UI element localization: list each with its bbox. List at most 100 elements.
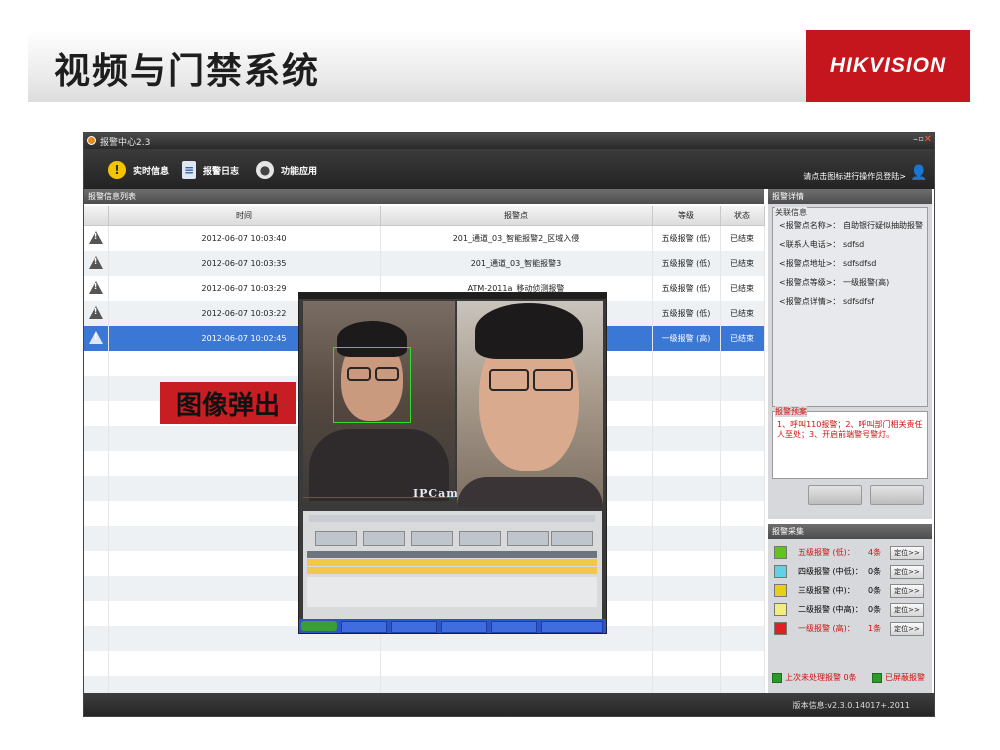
inner-button [459,531,501,546]
related-info-group: 关联信息 <报警点名称>： 自助银行疑似抽助报警 <联系人电话>： sdfsd … [772,207,928,407]
empty-row [84,651,765,676]
alarm-detail-panel: 报警详情 关联信息 <报警点名称>： 自助银行疑似抽助报警 <联系人电话>： s… [768,189,932,519]
locate-level5-button[interactable]: 定位>> [890,546,924,560]
taskbar-item [491,621,537,633]
warning-info-icon: ! [108,161,126,179]
realtime-info-button[interactable]: ! 实时信息 [108,159,169,181]
taskbar-item [441,621,487,633]
detail-action-button-2[interactable] [870,485,924,505]
app-icon [87,136,96,145]
row-level: 五级报警 (低) [652,251,721,276]
alarm-plan-text: 1、呼叫110报警；2、呼叫部门相关责任人至处；3、开启前端警号警灯。 [777,420,923,439]
taskbar-item [541,621,603,633]
inner-button [507,531,549,546]
camera-view-left: IPCam [303,301,458,501]
unhandled-alarms-label: 上次未处理报警 0条 [785,673,857,682]
popup-image-window[interactable]: IPCam [298,292,607,634]
function-apps-button[interactable]: ● 功能应用 [256,159,317,181]
stat-row-level1: 一级报警 (高)： 1条 定位>> [772,620,928,638]
alarm-log-button[interactable]: ≡ 报警日志 [182,159,239,181]
slide-title: 视频与门禁系统 [54,51,321,92]
warning-triangle-icon [88,281,103,294]
level1-count: 1条 [868,624,882,633]
row-status: 已结束 [720,251,765,276]
table-row[interactable]: 2012-06-07 10:03:40 201_通道_03_智能报警2_区域入侵… [84,225,765,251]
popup-inner-screenshot [303,511,602,627]
popup-titlebar[interactable] [299,293,606,299]
level3-label: 三级报警 (中)： [798,586,855,595]
window-titlebar[interactable]: 报警中心2.3 – ▫ ✕ [84,133,934,149]
stat-row-level3: 三级报警 (中)： 0条 定位>> [772,582,928,600]
main-toolbar: ! 实时信息 ≡ 报警日志 ● 功能应用 请点击图标进行操作员登陆> 👤 [84,149,934,189]
level2-label: 二级报警 (中高)： [798,605,863,614]
inner-table-row [307,559,597,566]
level3-swatch [774,584,787,597]
slide-header: 视频与门禁系统 HIKVISION [28,30,970,102]
row-level: 一级报警 (高) [652,326,721,351]
row-level: 五级报警 (低) [652,301,721,326]
inner-taskbar [299,619,606,633]
locate-level2-button[interactable]: 定位>> [890,603,924,617]
detail-description: <报警点详情>： sdfsdfsf [779,297,875,306]
detail-address: <报警点地址>： sdfsdfsd [779,259,877,268]
close-icon[interactable]: ✕ [924,134,932,145]
column-header-time[interactable]: 时间 [108,206,381,226]
row-point: 201_通道_03_智能报警3 [380,251,653,276]
locate-level1-button[interactable]: 定位>> [890,622,924,636]
disc-icon: ● [256,161,274,179]
detail-level: <报警点等级>： 一级报警(高) [779,278,890,287]
realtime-info-label: 实时信息 [133,166,170,177]
column-header-point[interactable]: 报警点 [380,206,653,226]
inner-table-row [307,567,597,574]
hikvision-logo: HIKVISION [806,30,970,102]
row-status: 已结束 [720,225,765,251]
table-row[interactable]: 2012-06-07 10:03:35 201_通道_03_智能报警3 五级报警… [84,251,765,276]
inner-button [315,531,357,546]
locate-level4-button[interactable]: 定位>> [890,565,924,579]
detail-point-name: <报警点名称>： 自助银行疑似抽助报警 [779,221,923,230]
glasses-shape [489,369,529,391]
version-info: 版本信息:v2.3.0.14017+.2011 [792,701,910,710]
glasses-shape [533,369,573,391]
alarm-log-label: 报警日志 [203,166,240,177]
captured-face-view [457,301,603,507]
alarm-detail-header: 报警详情 [768,189,932,204]
level2-count: 0条 [868,605,882,614]
level3-count: 0条 [868,586,882,595]
detail-action-button-1[interactable] [808,485,862,505]
row-point: 201_通道_03_智能报警2_区域入侵 [380,225,653,251]
level1-swatch [774,622,787,635]
stat-row-level5: 五级报警 (低)： 4条 定位>> [772,544,928,562]
minimize-icon[interactable]: – [913,134,918,145]
row-status: 已结束 [720,276,765,301]
unhandled-alarms-link[interactable]: 上次未处理报警 0条 [772,672,857,683]
level5-label: 五级报警 (低)： [798,548,855,557]
row-level: 五级报警 (低) [652,276,721,301]
row-level: 五级报警 (低) [652,225,721,251]
alarm-plan-caption: 报警预案 [775,406,807,417]
status-bar: 版本信息:v2.3.0.14017+.2011 [84,693,934,716]
alarm-plan-box: 报警预案 1、呼叫110报警；2、呼叫部门相关责任人至处；3、开启前端警号警灯。 [772,406,928,479]
warning-triangle-icon [88,331,103,344]
alarm-list-header: 报警信息列表 [84,189,764,204]
row-status: 已结束 [720,326,765,351]
start-button-shape [301,621,337,631]
shielded-alarms-link[interactable]: 已屏蔽报警 [872,672,925,683]
row-time: 2012-06-07 10:03:35 [108,251,381,276]
operator-login-icon[interactable]: 👤 [910,165,928,183]
column-header-status[interactable]: 状态 [720,206,765,226]
locate-level3-button[interactable]: 定位>> [890,584,924,598]
alarm-stat-header: 报警采集 [768,524,932,539]
window-title: 报警中心2.3 [100,138,151,148]
column-header-level[interactable]: 等级 [652,206,721,226]
level5-swatch [774,546,787,559]
function-apps-label: 功能应用 [281,166,318,177]
login-hint: 请点击图标进行操作员登陆> [803,172,906,181]
inner-table-body [307,577,597,607]
inner-table-header [307,551,597,558]
play-icon [872,672,882,683]
callout-image-popup-text: 图像弹出 [175,391,280,421]
taskbar-item [341,621,387,633]
level2-swatch [774,603,787,616]
level4-swatch [774,565,787,578]
